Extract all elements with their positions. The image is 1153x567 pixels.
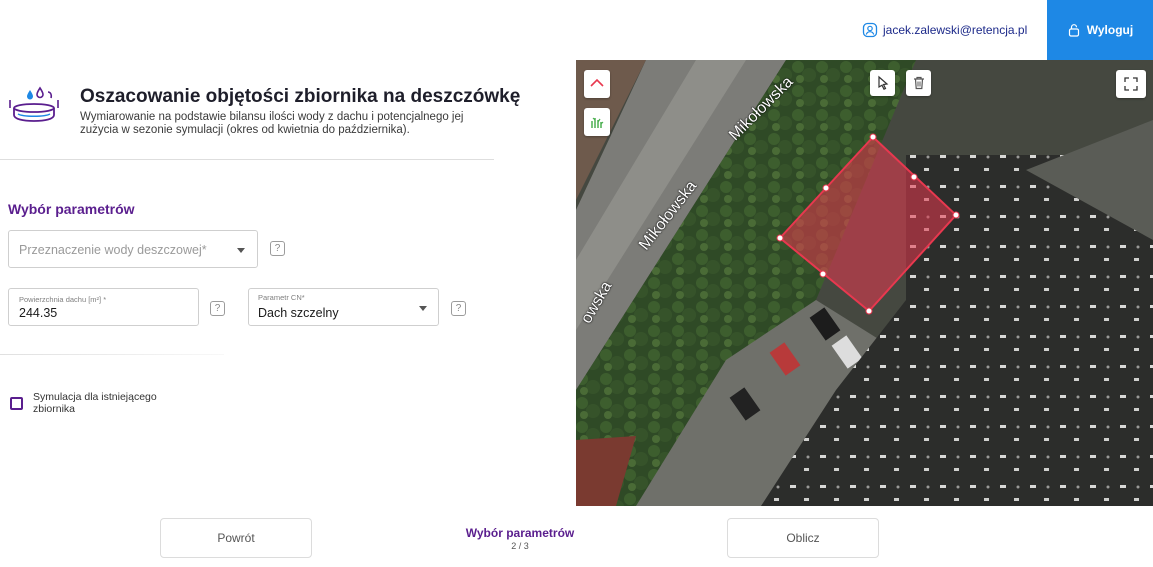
page-title: Oszacowanie objętości zbiornika na deszc… (80, 86, 521, 107)
map-view[interactable]: Mikołowska Mikołowska owska (576, 60, 1153, 506)
existing-tank-checkbox[interactable] (10, 397, 23, 410)
cn-parameter-label: Parametr CN* (258, 293, 305, 302)
help-icon[interactable]: ? (210, 301, 225, 316)
help-icon[interactable]: ? (270, 241, 285, 256)
water-purpose-placeholder: Przeznaczenie wody deszczowej* (19, 243, 207, 257)
select-tool[interactable] (870, 70, 895, 96)
greenery-icon (591, 117, 604, 128)
caret-down-icon (237, 248, 245, 253)
delete-tool[interactable] (906, 70, 931, 96)
section-title: Wybór parametrów (8, 201, 135, 217)
calculate-button[interactable]: Oblicz (727, 518, 879, 558)
step-counter: 2 / 3 (511, 541, 529, 551)
user-account[interactable]: jacek.zalewski@retencja.pl (862, 21, 1027, 39)
existing-tank-label: Symulacja dla istniejącego zbiornika (33, 391, 157, 415)
logout-button[interactable]: Wyloguj (1047, 0, 1153, 60)
roof-area-label: Powierzchnia dachu [m²] * (19, 295, 107, 304)
roof-icon (590, 78, 604, 87)
fullscreen-icon (1124, 77, 1138, 91)
draw-roof-tool[interactable] (584, 70, 610, 98)
lock-icon (1068, 24, 1079, 37)
satellite-imagery (576, 60, 1153, 506)
help-icon[interactable]: ? (451, 301, 466, 316)
step-title: Wybór parametrów (465, 526, 575, 540)
divider (0, 159, 494, 160)
rain-tank-icon (9, 86, 59, 122)
water-purpose-select[interactable]: Przeznaczenie wody deszczowej* (8, 230, 258, 268)
roof-area-value: 244.35 (19, 306, 58, 320)
user-email: jacek.zalewski@retencja.pl (883, 23, 1028, 37)
parameters-panel: Oszacowanie objętości zbiornika na deszc… (0, 60, 576, 506)
top-bar: jacek.zalewski@retencja.pl Wyloguj (0, 0, 1153, 60)
draw-greenery-tool[interactable] (584, 108, 610, 136)
roof-area-input[interactable]: Powierzchnia dachu [m²] * 244.35 (8, 288, 199, 326)
trash-icon (913, 76, 924, 90)
fullscreen-button[interactable] (1116, 70, 1146, 98)
wizard-footer: Powrót Wybór parametrów 2 / 3 Oblicz (0, 506, 1153, 567)
logout-label: Wyloguj (1086, 23, 1134, 37)
caret-down-icon (419, 306, 427, 311)
user-icon (862, 22, 878, 38)
page-description: Wymiarowanie na podstawie bilansu ilości… (80, 111, 464, 136)
back-button[interactable]: Powrót (160, 518, 312, 558)
select-pointer-icon (877, 75, 888, 90)
divider (0, 354, 224, 355)
cn-parameter-select[interactable]: Parametr CN* Dach szczelny (248, 288, 439, 326)
cn-parameter-value: Dach szczelny (258, 306, 339, 320)
